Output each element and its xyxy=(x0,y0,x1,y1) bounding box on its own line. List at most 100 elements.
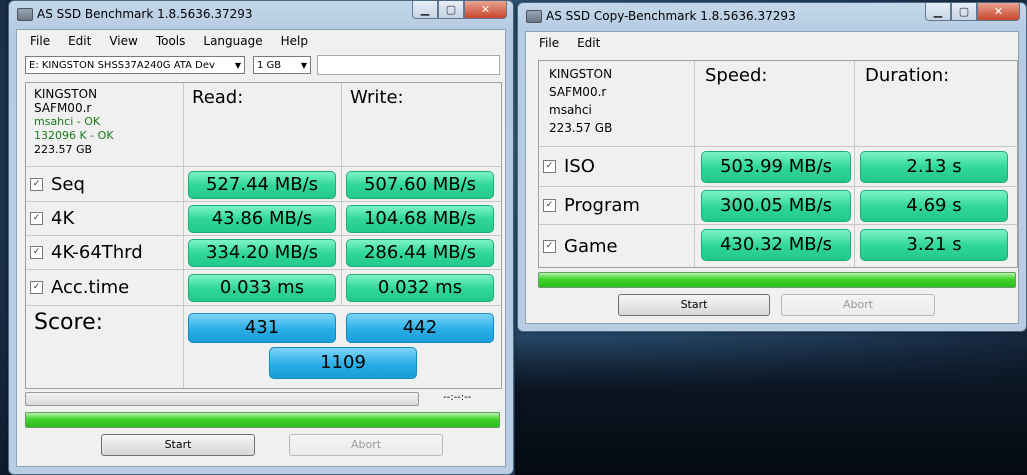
4k-write-value: 104.68 MB/s xyxy=(346,205,494,233)
chevron-down-icon: ▼ xyxy=(234,61,241,70)
speed-header: Speed: xyxy=(695,61,855,147)
start-button[interactable]: Start xyxy=(101,434,255,456)
copy-drive-capacity: 223.57 GB xyxy=(549,121,613,135)
seq-write-value: 507.60 MB/s xyxy=(346,171,494,199)
copy-menubar: File Edit xyxy=(526,32,1018,54)
program-checkbox[interactable]: ✓ xyxy=(543,199,556,212)
test-progress-bar xyxy=(25,392,419,406)
read-header-label: Read: xyxy=(192,87,244,108)
copy-drive-info-panel: KINGSTON SAFM00.r msahci 223.57 GB xyxy=(539,61,695,147)
4k64-read-value: 334.20 MB/s xyxy=(188,239,336,267)
copy-row-game: ✓ Game xyxy=(539,225,695,267)
abort-button[interactable]: Abort xyxy=(289,434,443,456)
copy-start-button[interactable]: Start xyxy=(618,294,770,316)
menu-edit[interactable]: Edit xyxy=(59,34,100,48)
app-drive-icon xyxy=(17,8,33,21)
benchmark-window-title: AS SSD Benchmark 1.8.5636.37293 xyxy=(37,7,253,21)
drive-model: KINGSTON xyxy=(34,87,98,101)
drive-select-value: E: KINGSTON SHSS37A240G ATA Dev xyxy=(29,60,215,71)
copy-row-iso: ✓ ISO xyxy=(539,147,695,187)
game-duration-value: 3.21 s xyxy=(860,229,1008,261)
app-drive-icon xyxy=(526,10,542,23)
drive-info-panel: KINGSTON SAFM00.r msahci - OK 132096 K -… xyxy=(26,83,184,167)
close-icon: ✕ xyxy=(480,3,491,16)
maximize-icon: ▢ xyxy=(445,3,457,16)
minimize-button[interactable]: ▁ xyxy=(925,3,951,21)
close-icon: ✕ xyxy=(993,5,1004,18)
acc-label: Acc.time xyxy=(51,277,130,298)
menu-file[interactable]: File xyxy=(21,34,59,48)
score-label: Score: xyxy=(34,310,104,335)
4k-checkbox[interactable]: ✓ xyxy=(30,212,43,225)
4k-read-value: 43.86 MB/s xyxy=(188,205,336,233)
acc-checkbox[interactable]: ✓ xyxy=(30,281,43,294)
maximize-button[interactable]: ▢ xyxy=(438,1,464,19)
menu-edit[interactable]: Edit xyxy=(568,36,609,50)
maximize-button[interactable]: ▢ xyxy=(951,3,977,21)
duration-header-label: Duration: xyxy=(865,65,950,86)
copy-driver: msahci xyxy=(549,103,592,117)
benchmark-window: AS SSD Benchmark 1.8.5636.37293 ▁ ▢ ✕ Fi… xyxy=(8,0,514,475)
result-textbox[interactable] xyxy=(317,55,500,75)
minimize-icon: ▁ xyxy=(933,5,943,18)
write-header-label: Write: xyxy=(350,87,404,108)
write-header: Write: xyxy=(342,83,501,167)
close-button[interactable]: ✕ xyxy=(977,3,1020,21)
benchmark-client: File Edit View Tools Language Help E: KI… xyxy=(16,29,506,467)
game-speed-value: 430.32 MB/s xyxy=(701,229,851,261)
benchmark-titlebar[interactable]: AS SSD Benchmark 1.8.5636.37293 ▁ ▢ ✕ xyxy=(9,1,513,27)
copy-titlebar[interactable]: AS SSD Copy-Benchmark 1.8.5636.37293 ▁ ▢… xyxy=(518,3,1026,29)
copy-window-title: AS SSD Copy-Benchmark 1.8.5636.37293 xyxy=(546,9,796,23)
seq-checkbox[interactable]: ✓ xyxy=(30,177,43,191)
benchmark-results-grid: KINGSTON SAFM00.r msahci - OK 132096 K -… xyxy=(25,82,502,389)
copy-drive-model: KINGSTON xyxy=(549,67,613,81)
menu-file[interactable]: File xyxy=(530,36,568,50)
close-button[interactable]: ✕ xyxy=(464,1,507,19)
game-label: Game xyxy=(564,235,618,257)
copy-drive-firmware: SAFM00.r xyxy=(549,85,607,99)
size-select[interactable]: 1 GB ▼ xyxy=(253,56,311,74)
copy-progress-bar xyxy=(538,272,1016,288)
chevron-down-icon: ▼ xyxy=(300,61,307,70)
copy-results-grid: KINGSTON SAFM00.r msahci 223.57 GB Speed… xyxy=(538,60,1018,268)
benchmark-menubar: File Edit View Tools Language Help xyxy=(17,30,505,52)
program-speed-value: 300.05 MB/s xyxy=(701,190,851,222)
overall-progress-bar xyxy=(25,412,500,428)
seq-read-value: 527.44 MB/s xyxy=(188,171,336,199)
desktop-treeline xyxy=(515,330,1027,475)
iso-label: ISO xyxy=(564,156,595,177)
duration-header: Duration: xyxy=(855,61,1017,147)
test-row-acc: ✓ Acc.time xyxy=(26,270,184,306)
game-checkbox[interactable]: ✓ xyxy=(543,239,556,253)
score-write-value: 442 xyxy=(346,313,494,343)
drive-select[interactable]: E: KINGSTON SHSS37A240G ATA Dev ▼ xyxy=(25,56,245,74)
iso-duration-value: 2.13 s xyxy=(860,151,1008,183)
4k64-label: 4K-64Thrd xyxy=(51,242,143,263)
copy-benchmark-window: AS SSD Copy-Benchmark 1.8.5636.37293 ▁ ▢… xyxy=(517,2,1027,332)
iso-checkbox[interactable]: ✓ xyxy=(543,160,556,173)
menu-language[interactable]: Language xyxy=(194,34,271,48)
drive-firmware: SAFM00.r xyxy=(34,101,92,115)
read-header: Read: xyxy=(184,83,342,167)
maximize-icon: ▢ xyxy=(958,5,970,18)
copy-row-program: ✓ Program xyxy=(539,187,695,225)
seq-label: Seq xyxy=(51,173,85,195)
score-read-value: 431 xyxy=(188,313,336,343)
minimize-button[interactable]: ▁ xyxy=(412,1,438,19)
4k64-write-value: 286.44 MB/s xyxy=(346,239,494,267)
size-select-value: 1 GB xyxy=(257,60,282,71)
speed-header-label: Speed: xyxy=(705,65,768,86)
score-label-cell: Score: xyxy=(26,306,184,388)
test-row-4k64: ✓ 4K-64Thrd xyxy=(26,236,184,270)
menu-help[interactable]: Help xyxy=(272,34,317,48)
score-total-value: 1109 xyxy=(269,347,417,379)
menu-tools[interactable]: Tools xyxy=(147,34,195,48)
test-row-seq: ✓ Seq xyxy=(26,167,184,202)
program-label: Program xyxy=(564,195,640,216)
test-row-4k: ✓ 4K xyxy=(26,202,184,236)
menu-view[interactable]: View xyxy=(100,34,146,48)
drive-capacity: 223.57 GB xyxy=(34,143,93,156)
copy-abort-button[interactable]: Abort xyxy=(781,294,935,316)
driver-status: msahci - OK xyxy=(34,115,101,128)
4k64-checkbox[interactable]: ✓ xyxy=(30,246,43,259)
